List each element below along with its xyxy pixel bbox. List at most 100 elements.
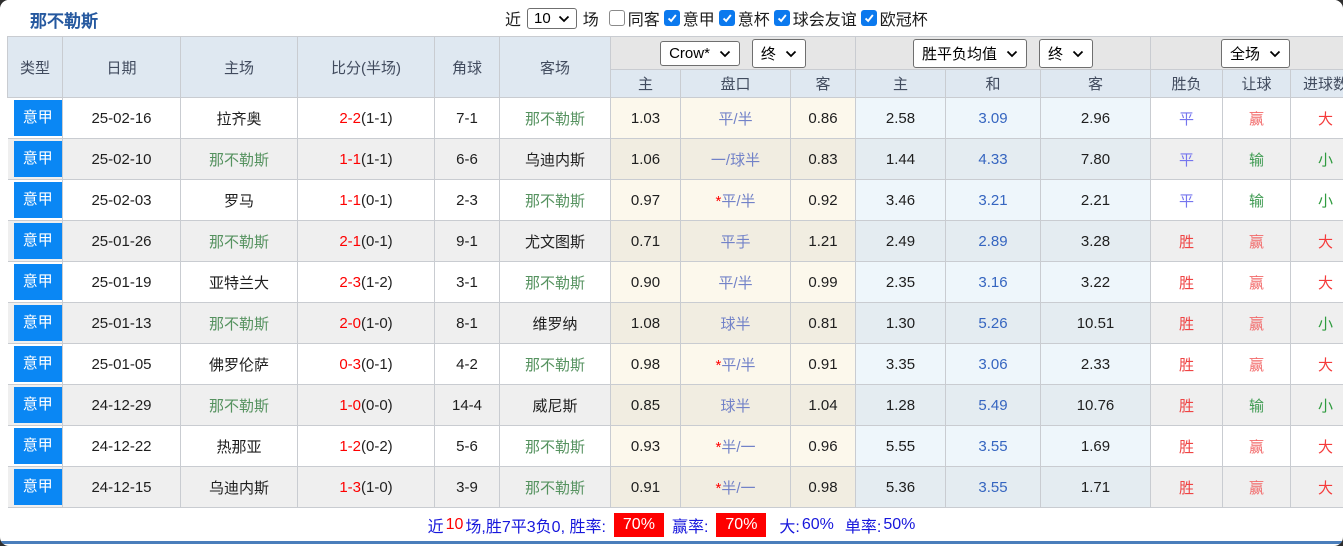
subheader-handicap-result: 让球 [1222, 69, 1291, 98]
league-checkbox-serie-a[interactable]: 意甲 [663, 6, 715, 30]
footer-count: 10 [445, 515, 464, 533]
avg-away-cell: 2.21 [1040, 179, 1151, 221]
goals-cell: 小 [1289, 138, 1343, 180]
result-value: 平 [1178, 151, 1194, 169]
handicap-result-cell: 赢 [1222, 97, 1291, 139]
full-time-score: 0-3 [339, 355, 361, 373]
avg-away-cell: 2.33 [1040, 343, 1151, 385]
league-label: 欧冠杯 [879, 12, 928, 29]
score-cell: 1-0(0-0) [297, 384, 435, 426]
handicap-result-cell: 赢 [1222, 261, 1291, 303]
win-rate-badge: 70% [613, 512, 664, 537]
away-team-cell: 威尼斯 [499, 384, 611, 426]
home-team-cell: 拉齐奥 [180, 97, 298, 139]
league-badge: 意甲 [13, 305, 62, 341]
scope-select[interactable]: 全场 [1221, 38, 1291, 68]
avg-home-cell: 1.30 [855, 302, 946, 344]
summary-footer: 近 10 场,胜7平3负0, 胜率: 70% 赢率: 70% 大: 60% 单率: 50… [0, 508, 1343, 541]
score-cell: 1-3(1-0) [297, 466, 435, 508]
handicap-result-cell: 赢 [1222, 220, 1291, 262]
home-team-cell: 乌迪内斯 [180, 466, 298, 508]
handicap-result-cell: 赢 [1222, 343, 1291, 385]
result-value: 胜 [1178, 438, 1194, 456]
home-team-cell: 那不勒斯 [180, 302, 298, 344]
league-cell: 意甲 [7, 179, 63, 221]
handicap-name: 一/球半 [710, 151, 761, 169]
avg-home-cell: 3.35 [855, 343, 946, 385]
odds-away-cell: 0.83 [790, 138, 856, 180]
odds-away-cell: 1.04 [790, 384, 856, 426]
full-time-score: 1-1 [339, 191, 361, 209]
goals-value: 大 [1318, 356, 1334, 374]
handicap-cell: *平/半 [680, 343, 791, 385]
recent-count-select[interactable]: 10 [527, 7, 577, 29]
result-cell: 胜 [1150, 466, 1223, 508]
handicap-cell: *平/半 [680, 179, 791, 221]
away-team-name: 尤文图斯 [524, 233, 585, 251]
half-time-score: (0-1) [361, 232, 393, 250]
match-row: 意甲 25-01-13 那不勒斯 2-0(1-0) 8-1 维罗纳 1.08 球… [7, 302, 1343, 344]
avg-away-cell: 1.69 [1040, 425, 1151, 467]
handicap-name: 平/半 [721, 192, 756, 210]
home-team-name: 热那亚 [216, 438, 262, 456]
same-away-checkbox[interactable]: 同客 [608, 6, 660, 30]
handicap-name: 半/一 [721, 438, 756, 456]
handicap-name: 平/半 [718, 274, 753, 292]
home-team-name: 佛罗伦萨 [208, 356, 269, 374]
league-badge: 意甲 [13, 141, 62, 177]
result-cell: 胜 [1150, 343, 1223, 385]
away-team-cell: 那不勒斯 [499, 343, 611, 385]
avg-draw-cell: 3.09 [945, 97, 1041, 139]
away-team-cell: 那不勒斯 [499, 466, 611, 508]
goals-cell: 大 [1289, 261, 1343, 303]
odds-time-select[interactable]: 终 [751, 38, 806, 68]
home-team-name: 那不勒斯 [208, 315, 269, 333]
avg-draw-cell: 2.89 [945, 220, 1041, 262]
games-label: 场 [582, 12, 599, 29]
handicap-result-value: 输 [1248, 151, 1264, 169]
avg-draw-cell: 3.16 [945, 261, 1041, 303]
subheader-odds-home: 主 [610, 69, 681, 98]
handicap-name: 平/半 [721, 356, 756, 374]
checked-checkbox-icon [860, 10, 877, 26]
league-checkbox-champions[interactable]: 欧冠杯 [860, 6, 928, 30]
league-checkbox-friendly[interactable]: 球会友谊 [773, 6, 857, 30]
odds-away-cell: 0.91 [790, 343, 856, 385]
odds-home-cell: 1.03 [610, 97, 681, 139]
goals-cell: 小 [1289, 179, 1343, 221]
avg-time-select[interactable]: 终 [1039, 38, 1094, 68]
handicap-result-value: 赢 [1248, 233, 1264, 251]
date-cell: 25-02-10 [62, 138, 181, 180]
away-team-cell: 尤文图斯 [499, 220, 611, 262]
checked-checkbox-icon [663, 10, 680, 26]
home-team-cell: 热那亚 [180, 425, 298, 467]
handicap-cell: 球半 [680, 302, 791, 344]
subheader-avg-away: 客 [1040, 69, 1151, 98]
handicap-result-cell: 输 [1222, 138, 1291, 180]
date-cell: 25-02-03 [62, 179, 181, 221]
avg-home-cell: 3.46 [855, 179, 946, 221]
avg-type-select[interactable]: 胜平负均值 [912, 38, 1027, 68]
avg-time-value: 终 [1048, 45, 1064, 63]
goals-cell: 大 [1289, 343, 1343, 385]
league-label: 意甲 [682, 12, 715, 29]
handicap-result-cell: 赢 [1222, 425, 1291, 467]
col-header-score: 比分(半场) [297, 36, 435, 98]
handicap-result-value: 输 [1248, 397, 1264, 415]
avg-home-cell: 5.36 [855, 466, 946, 508]
league-cell: 意甲 [7, 97, 63, 139]
score-cell: 0-3(0-1) [297, 343, 435, 385]
subheader-result: 胜负 [1150, 69, 1223, 98]
goals-cell: 小 [1289, 302, 1343, 344]
league-checkbox-coppa-italia[interactable]: 意杯 [718, 6, 770, 30]
handicap-result-cell: 赢 [1222, 302, 1291, 344]
handicap-result-cell: 输 [1222, 179, 1291, 221]
league-label: 球会友谊 [792, 12, 857, 29]
handicap-name: 平手 [720, 233, 751, 251]
result-cell: 平 [1150, 138, 1223, 180]
dropdown-header-row: 类型 日期 主场 比分(半场) 角球 客场 Crow* 终 胜平负均值 终 全场 [7, 36, 1343, 98]
handicap-name: 球半 [720, 315, 751, 333]
goals-cell: 大 [1289, 425, 1343, 467]
goals-value: 小 [1318, 192, 1334, 210]
odds-source-select[interactable]: Crow* [660, 40, 740, 66]
